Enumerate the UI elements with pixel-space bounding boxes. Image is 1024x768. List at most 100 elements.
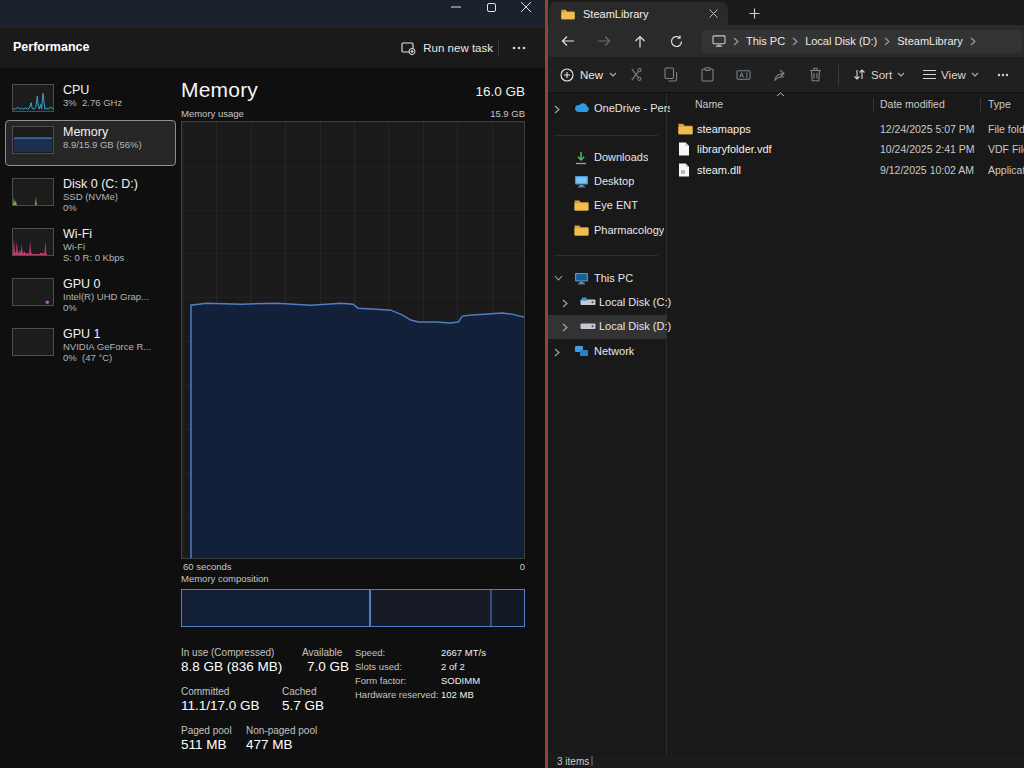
paged-pool-value: 511 MB bbox=[181, 737, 227, 752]
composition-free bbox=[492, 590, 524, 626]
new-tab-button[interactable] bbox=[742, 2, 766, 24]
delete-icon[interactable] bbox=[797, 60, 833, 90]
back-button[interactable] bbox=[554, 28, 582, 54]
toolbar-more-button[interactable] bbox=[988, 60, 1018, 90]
paste-icon[interactable] bbox=[689, 60, 725, 90]
file-row-steam-dll[interactable]: steam.dll 9/12/2025 10:02 AM Application bbox=[668, 160, 1024, 181]
more-options-button[interactable] bbox=[505, 36, 533, 60]
memory-usage-graph bbox=[181, 121, 525, 559]
minimize-button[interactable] bbox=[439, 0, 473, 14]
committed-value: 11.1/17.0 GB bbox=[181, 698, 260, 713]
network-icon bbox=[574, 345, 589, 357]
memory-total: 16.0 GB bbox=[475, 84, 525, 99]
breadcrumb-this-pc[interactable]: This PC bbox=[746, 35, 785, 47]
maximize-button[interactable] bbox=[474, 0, 508, 14]
folder-icon bbox=[574, 224, 589, 236]
in-use-value: 8.8 GB (836 MB) bbox=[181, 659, 282, 674]
refresh-button[interactable] bbox=[662, 28, 690, 54]
sidebar-item-desktop[interactable]: Desktop bbox=[548, 170, 666, 194]
cached-label: Cached bbox=[282, 686, 316, 697]
sidebar-item-local-disk-d[interactable]: Local Disk (D:) bbox=[548, 315, 666, 339]
wifi-mini-graph bbox=[12, 228, 54, 256]
explorer-tab[interactable]: SteamLibrary bbox=[549, 2, 728, 25]
sidebar-item-cpu[interactable]: CPU 3% 2.76 GHz bbox=[5, 80, 176, 120]
cut-icon[interactable] bbox=[617, 60, 653, 90]
chevron-right-icon bbox=[554, 105, 560, 114]
gpu1-mini-graph bbox=[12, 328, 54, 356]
sidebar-item-eye-ent[interactable]: Eye ENT bbox=[548, 194, 666, 218]
sidebar-item-pharmacology[interactable]: Pharmacology bbox=[548, 219, 666, 243]
column-header-name[interactable]: Name bbox=[695, 98, 723, 110]
sort-ascending-icon bbox=[776, 92, 785, 97]
column-header-type[interactable]: Type bbox=[988, 98, 1011, 110]
copy-icon[interactable] bbox=[653, 60, 689, 90]
downloads-icon bbox=[574, 151, 588, 165]
sidebar-item-this-pc[interactable]: This PC bbox=[548, 267, 666, 291]
slots-used-label: Slots used: bbox=[355, 661, 402, 672]
chevron-right-icon bbox=[562, 299, 568, 308]
chevron-right-icon bbox=[562, 323, 568, 332]
paged-pool-label: Paged pool bbox=[181, 725, 232, 736]
tab-close-icon[interactable] bbox=[709, 9, 718, 18]
available-label: Available bbox=[302, 647, 342, 658]
chevron-down-icon bbox=[554, 275, 563, 281]
folder-icon bbox=[678, 122, 693, 135]
this-pc-icon bbox=[712, 35, 726, 47]
file-row-libraryfolder[interactable]: libraryfolder.vdf 10/24/2025 2:41 PM VDF… bbox=[668, 139, 1024, 160]
chevron-right-icon bbox=[733, 37, 739, 46]
sidebar-divider bbox=[554, 135, 658, 136]
forward-button[interactable] bbox=[590, 28, 618, 54]
explorer-address-bar: This PC Local Disk (D:) SteamLibrary bbox=[548, 25, 1024, 57]
run-new-task-button[interactable]: Run new task bbox=[401, 36, 493, 60]
sidebar-item-memory[interactable]: Memory 8.9/15.9 GB (56%) bbox=[5, 120, 176, 166]
file-list: Name Date modified Type steamapps 12/24/… bbox=[668, 93, 1024, 755]
memory-usage-label: Memory usage bbox=[181, 108, 244, 119]
sidebar-item-downloads[interactable]: Downloads bbox=[548, 146, 666, 170]
sidebar-item-onedrive[interactable]: OneDrive - Personal bbox=[548, 97, 666, 121]
column-divider[interactable] bbox=[980, 98, 981, 111]
breadcrumb-steamlibrary[interactable]: SteamLibrary bbox=[897, 35, 962, 47]
breadcrumb[interactable]: This PC Local Disk (D:) SteamLibrary bbox=[702, 30, 1022, 53]
explorer-status-bar: 3 items bbox=[548, 755, 1024, 768]
form-factor-label: Form factor: bbox=[355, 675, 406, 686]
rename-icon[interactable] bbox=[725, 60, 761, 90]
column-divider[interactable] bbox=[873, 98, 874, 111]
column-header-date[interactable]: Date modified bbox=[880, 98, 945, 110]
nonpaged-pool-value: 477 MB bbox=[246, 737, 293, 752]
cpu-mini-graph bbox=[12, 84, 54, 112]
dll-file-icon bbox=[678, 163, 690, 177]
explorer-tab-strip: SteamLibrary bbox=[548, 0, 1024, 25]
hardware-reserved-value: 102 MB bbox=[441, 689, 474, 700]
file-row-steamapps[interactable]: steamapps 12/24/2025 5:07 PM File folder bbox=[668, 119, 1024, 140]
share-icon[interactable] bbox=[761, 60, 797, 90]
sort-button[interactable]: Sort bbox=[844, 60, 914, 90]
task-manager-window: Performance Run new task CPU 3% 2.76 GHz bbox=[0, 0, 545, 768]
explorer-sidebar: OneDrive - Personal Downloads Desktop Ey… bbox=[548, 93, 667, 755]
memory-composition-label: Memory composition bbox=[181, 573, 525, 584]
memory-scale-top: 15.9 GB bbox=[490, 108, 525, 119]
drive-d-icon bbox=[580, 321, 596, 330]
hardware-reserved-label: Hardware reserved: bbox=[355, 689, 438, 700]
memory-graph-fill bbox=[191, 303, 524, 558]
new-button[interactable]: New bbox=[560, 68, 617, 82]
sidebar-item-gpu1[interactable]: GPU 1 NVIDIA GeForce R... 0% (47 °C) bbox=[5, 322, 176, 368]
in-use-label: In use (Compressed) bbox=[181, 647, 274, 658]
sidebar-item-network[interactable]: Network bbox=[548, 340, 666, 364]
breadcrumb-local-disk-d[interactable]: Local Disk (D:) bbox=[805, 35, 877, 47]
sidebar-item-local-disk-c[interactable]: Local Disk (C:) bbox=[548, 291, 666, 315]
form-factor-value: SODIMM bbox=[441, 675, 480, 686]
chevron-right-icon bbox=[554, 348, 560, 357]
up-button[interactable] bbox=[626, 28, 654, 54]
memory-title: Memory bbox=[181, 78, 258, 102]
memory-stats: In use (Compressed) 8.8 GB (836 MB) Avai… bbox=[181, 641, 525, 761]
tab-title: SteamLibrary bbox=[583, 8, 648, 20]
sidebar-item-disk0[interactable]: Disk 0 (C: D:) SSD (NVMe) 0% bbox=[5, 172, 176, 218]
sidebar-item-wifi[interactable]: Wi-Fi Wi-Fi S: 0 R: 0 Kbps bbox=[5, 222, 176, 268]
view-button[interactable]: View bbox=[914, 60, 988, 90]
chevron-right-icon bbox=[970, 37, 976, 46]
folder-icon bbox=[574, 199, 589, 211]
taskmgr-header: Performance Run new task bbox=[0, 28, 545, 68]
sidebar-item-gpu0[interactable]: GPU 0 Intel(R) UHD Grap... 0% bbox=[5, 272, 176, 318]
file-explorer-window: SteamLibrary bbox=[545, 0, 1024, 768]
close-button[interactable] bbox=[509, 0, 543, 14]
